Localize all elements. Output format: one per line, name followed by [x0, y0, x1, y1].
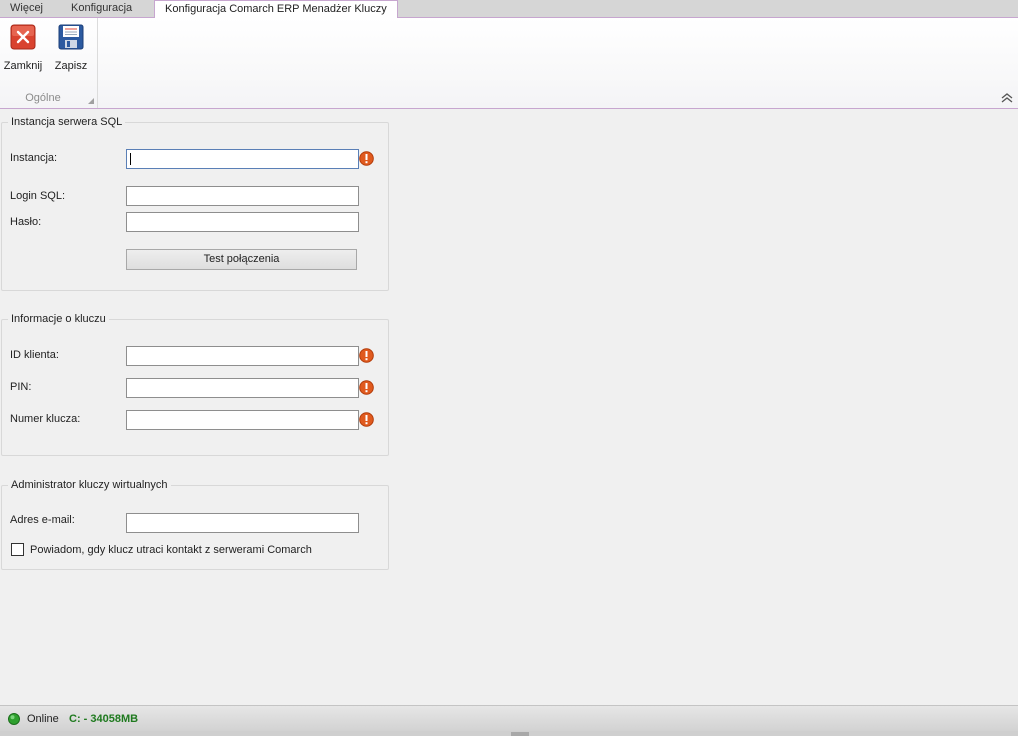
notify-checkbox[interactable] — [11, 543, 24, 556]
disk-space-text: C: - 34058MB — [69, 713, 139, 725]
status-bar-grip — [511, 732, 529, 736]
dialog-launcher-icon[interactable] — [88, 98, 94, 104]
close-icon — [10, 24, 36, 50]
ribbon-group-label: Ogólne — [25, 92, 61, 104]
email-label: Adres e-mail: — [10, 514, 75, 526]
key-number-input[interactable] — [126, 410, 359, 430]
email-input[interactable] — [126, 513, 359, 533]
virtual-key-admin-group-title: Administrator kluczy wirtualnych — [8, 479, 171, 491]
sql-instance-group-title: Instancja serwera SQL — [8, 116, 126, 128]
tab-konfiguracja[interactable]: Konfiguracja — [61, 0, 142, 18]
test-connection-button[interactable]: Test połączenia — [126, 249, 357, 270]
online-status-icon — [8, 713, 20, 725]
status-bar: Online C: - 34058MB — [0, 705, 1018, 731]
pin-label: PIN: — [10, 381, 32, 393]
error-icon — [359, 380, 374, 395]
key-number-label: Numer klucza: — [10, 413, 81, 425]
notify-checkbox-label[interactable]: Powiadom, gdy klucz utraci kontakt z ser… — [30, 544, 312, 556]
text-caret — [130, 153, 131, 165]
online-status-text: Online — [27, 713, 59, 725]
client-id-label: ID klienta: — [10, 349, 59, 361]
password-input[interactable] — [126, 212, 359, 232]
close-button[interactable]: Zamknij — [2, 24, 44, 76]
tab-bar: Więcej Konfiguracja Konfiguracja Comarch… — [0, 0, 1018, 19]
password-label: Hasło: — [10, 216, 42, 228]
error-icon — [359, 348, 374, 363]
status-bar-strip — [0, 731, 1018, 736]
client-id-input[interactable] — [126, 346, 359, 366]
floppy-disk-icon — [58, 24, 84, 50]
login-sql-input[interactable] — [126, 186, 359, 206]
virtual-key-admin-group: Administrator kluczy wirtualnych Adres e… — [1, 479, 389, 570]
login-sql-label: Login SQL: — [10, 190, 66, 202]
ribbon-group-general: Zamknij Zapisz Ogólne — [0, 18, 98, 108]
save-button-label: Zapisz — [54, 60, 88, 72]
error-icon — [359, 412, 374, 427]
tab-konfiguracja-menadzer-kluczy[interactable]: Konfiguracja Comarch ERP Menadżer Kluczy — [154, 0, 398, 19]
collapse-ribbon-icon[interactable] — [1000, 92, 1014, 104]
tab-wiecej[interactable]: Więcej — [0, 0, 53, 18]
pin-input[interactable] — [126, 378, 359, 398]
close-button-label: Zamknij — [3, 60, 43, 72]
instance-label: Instancja: — [10, 152, 58, 164]
error-icon — [359, 151, 374, 166]
key-info-group: Informacje o kluczu ID klienta: PIN: Num… — [1, 313, 389, 456]
instance-input[interactable] — [126, 149, 359, 169]
ribbon: Zamknij Zapisz Ogólne — [0, 18, 1018, 109]
save-button[interactable]: Zapisz — [50, 24, 92, 76]
sql-instance-group: Instancja serwera SQL Instancja: Login S… — [1, 116, 389, 291]
key-info-group-title: Informacje o kluczu — [8, 313, 109, 325]
